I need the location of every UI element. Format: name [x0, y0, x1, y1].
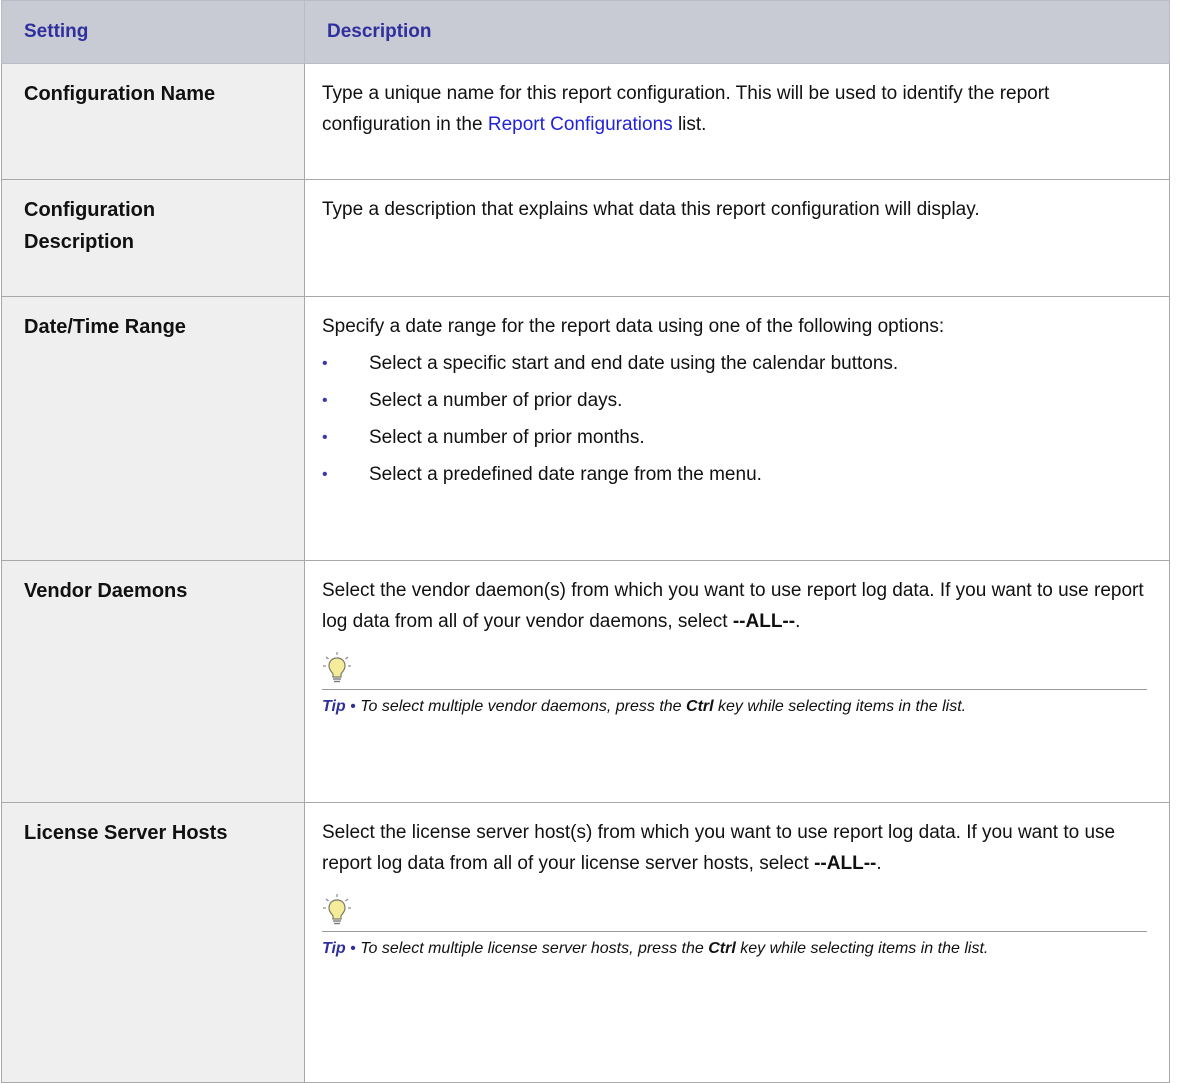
bullet: • [322, 466, 328, 483]
list-item-text: Select a number of prior months. [369, 427, 645, 448]
ctrl-key: Ctrl [708, 940, 736, 957]
list-item: • Select a number of prior months. [322, 422, 1147, 453]
description-text: Type a description that explains what da… [322, 199, 980, 220]
description-configuration-name: Type a unique name for this report confi… [304, 63, 1170, 180]
description-configuration-description: Type a description that explains what da… [304, 179, 1170, 297]
description-text: Select the vendor daemon(s) from which y… [322, 575, 1147, 637]
list-item-text: Select a specific start and end date usi… [369, 353, 899, 374]
table-row: Vendor Daemons Select the vendor daemon(… [1, 560, 1170, 803]
desc-text-post: . [795, 611, 801, 632]
tip-label: Tip [322, 940, 346, 957]
setting-vendor-daemons: Vendor Daemons [1, 560, 305, 803]
tip-text: Tip • To select multiple license server … [322, 932, 1147, 962]
setting-configuration-description: Configuration Description [1, 179, 305, 297]
description-text: Type a unique name for this report confi… [322, 78, 1147, 140]
table-row: License Server Hosts Select the license … [1, 802, 1170, 1083]
tip-bullet: • [345, 698, 361, 715]
setting-label-line1: Configuration [24, 199, 156, 221]
tip-label: Tip [322, 698, 346, 715]
report-configurations-link[interactable]: Report Configurations [488, 114, 673, 135]
setting-license-server-hosts: License Server Hosts [1, 802, 305, 1083]
bullet: • [322, 392, 328, 409]
header-description: Description [304, 0, 1170, 64]
tip-text-pre: To select multiple license server hosts,… [360, 940, 709, 957]
tip-box: Tip • To select multiple license server … [322, 893, 1147, 962]
tip-text-pre: To select multiple vendor daemons, press… [360, 698, 687, 715]
table-row: Configuration Name Type a unique name fo… [1, 63, 1170, 180]
tip-bullet: • [345, 940, 361, 957]
date-range-options-list: • Select a specific start and end date us… [322, 348, 1147, 490]
settings-table: Setting Description Configuration Name T… [1, 0, 1170, 1083]
tip-text-post: key while selecting items in the list. [713, 698, 967, 715]
all-option-text: --ALL-- [732, 611, 796, 632]
list-item: • Select a predefined date range from the… [322, 459, 1147, 490]
setting-configuration-name: Configuration Name [1, 63, 305, 180]
all-option-text: --ALL-- [814, 853, 877, 874]
setting-date-time-range: Date/Time Range [1, 296, 305, 561]
description-date-time-range: Specify a date range for the report data… [304, 296, 1170, 561]
table-row: Date/Time Range Specify a date range for… [1, 296, 1170, 561]
bullet: • [322, 355, 328, 372]
description-text: Select the license server host(s) from w… [322, 817, 1147, 879]
table-row: Configuration Description Type a descrip… [1, 179, 1170, 297]
setting-label-line2: Description [24, 231, 135, 253]
list-item-text: Select a predefined date range from the … [369, 464, 762, 485]
lightbulb-icon [323, 894, 351, 925]
desc-text-post: list. [672, 114, 707, 135]
ctrl-key: Ctrl [686, 698, 714, 715]
list-item-text: Select a number of prior days. [369, 390, 623, 411]
list-item: • Select a specific start and end date us… [322, 348, 1147, 379]
lightbulb-icon [323, 652, 351, 683]
header-setting: Setting [1, 0, 305, 64]
description-license-server-hosts: Select the license server host(s) from w… [304, 802, 1170, 1083]
bullet: • [322, 429, 328, 446]
table-header-row: Setting Description [1, 0, 1170, 64]
desc-text-pre: Select the license server host(s) from w… [322, 822, 1116, 874]
tip-text-post: key while selecting items in the list. [735, 940, 989, 957]
description-text: Specify a date range for the report data… [322, 316, 945, 337]
desc-text-post: . [876, 853, 882, 874]
description-vendor-daemons: Select the vendor daemon(s) from which y… [304, 560, 1170, 803]
list-item: • Select a number of prior days. [322, 385, 1147, 416]
tip-text: Tip • To select multiple vendor daemons,… [322, 690, 1147, 720]
tip-box: Tip • To select multiple vendor daemons,… [322, 651, 1147, 720]
